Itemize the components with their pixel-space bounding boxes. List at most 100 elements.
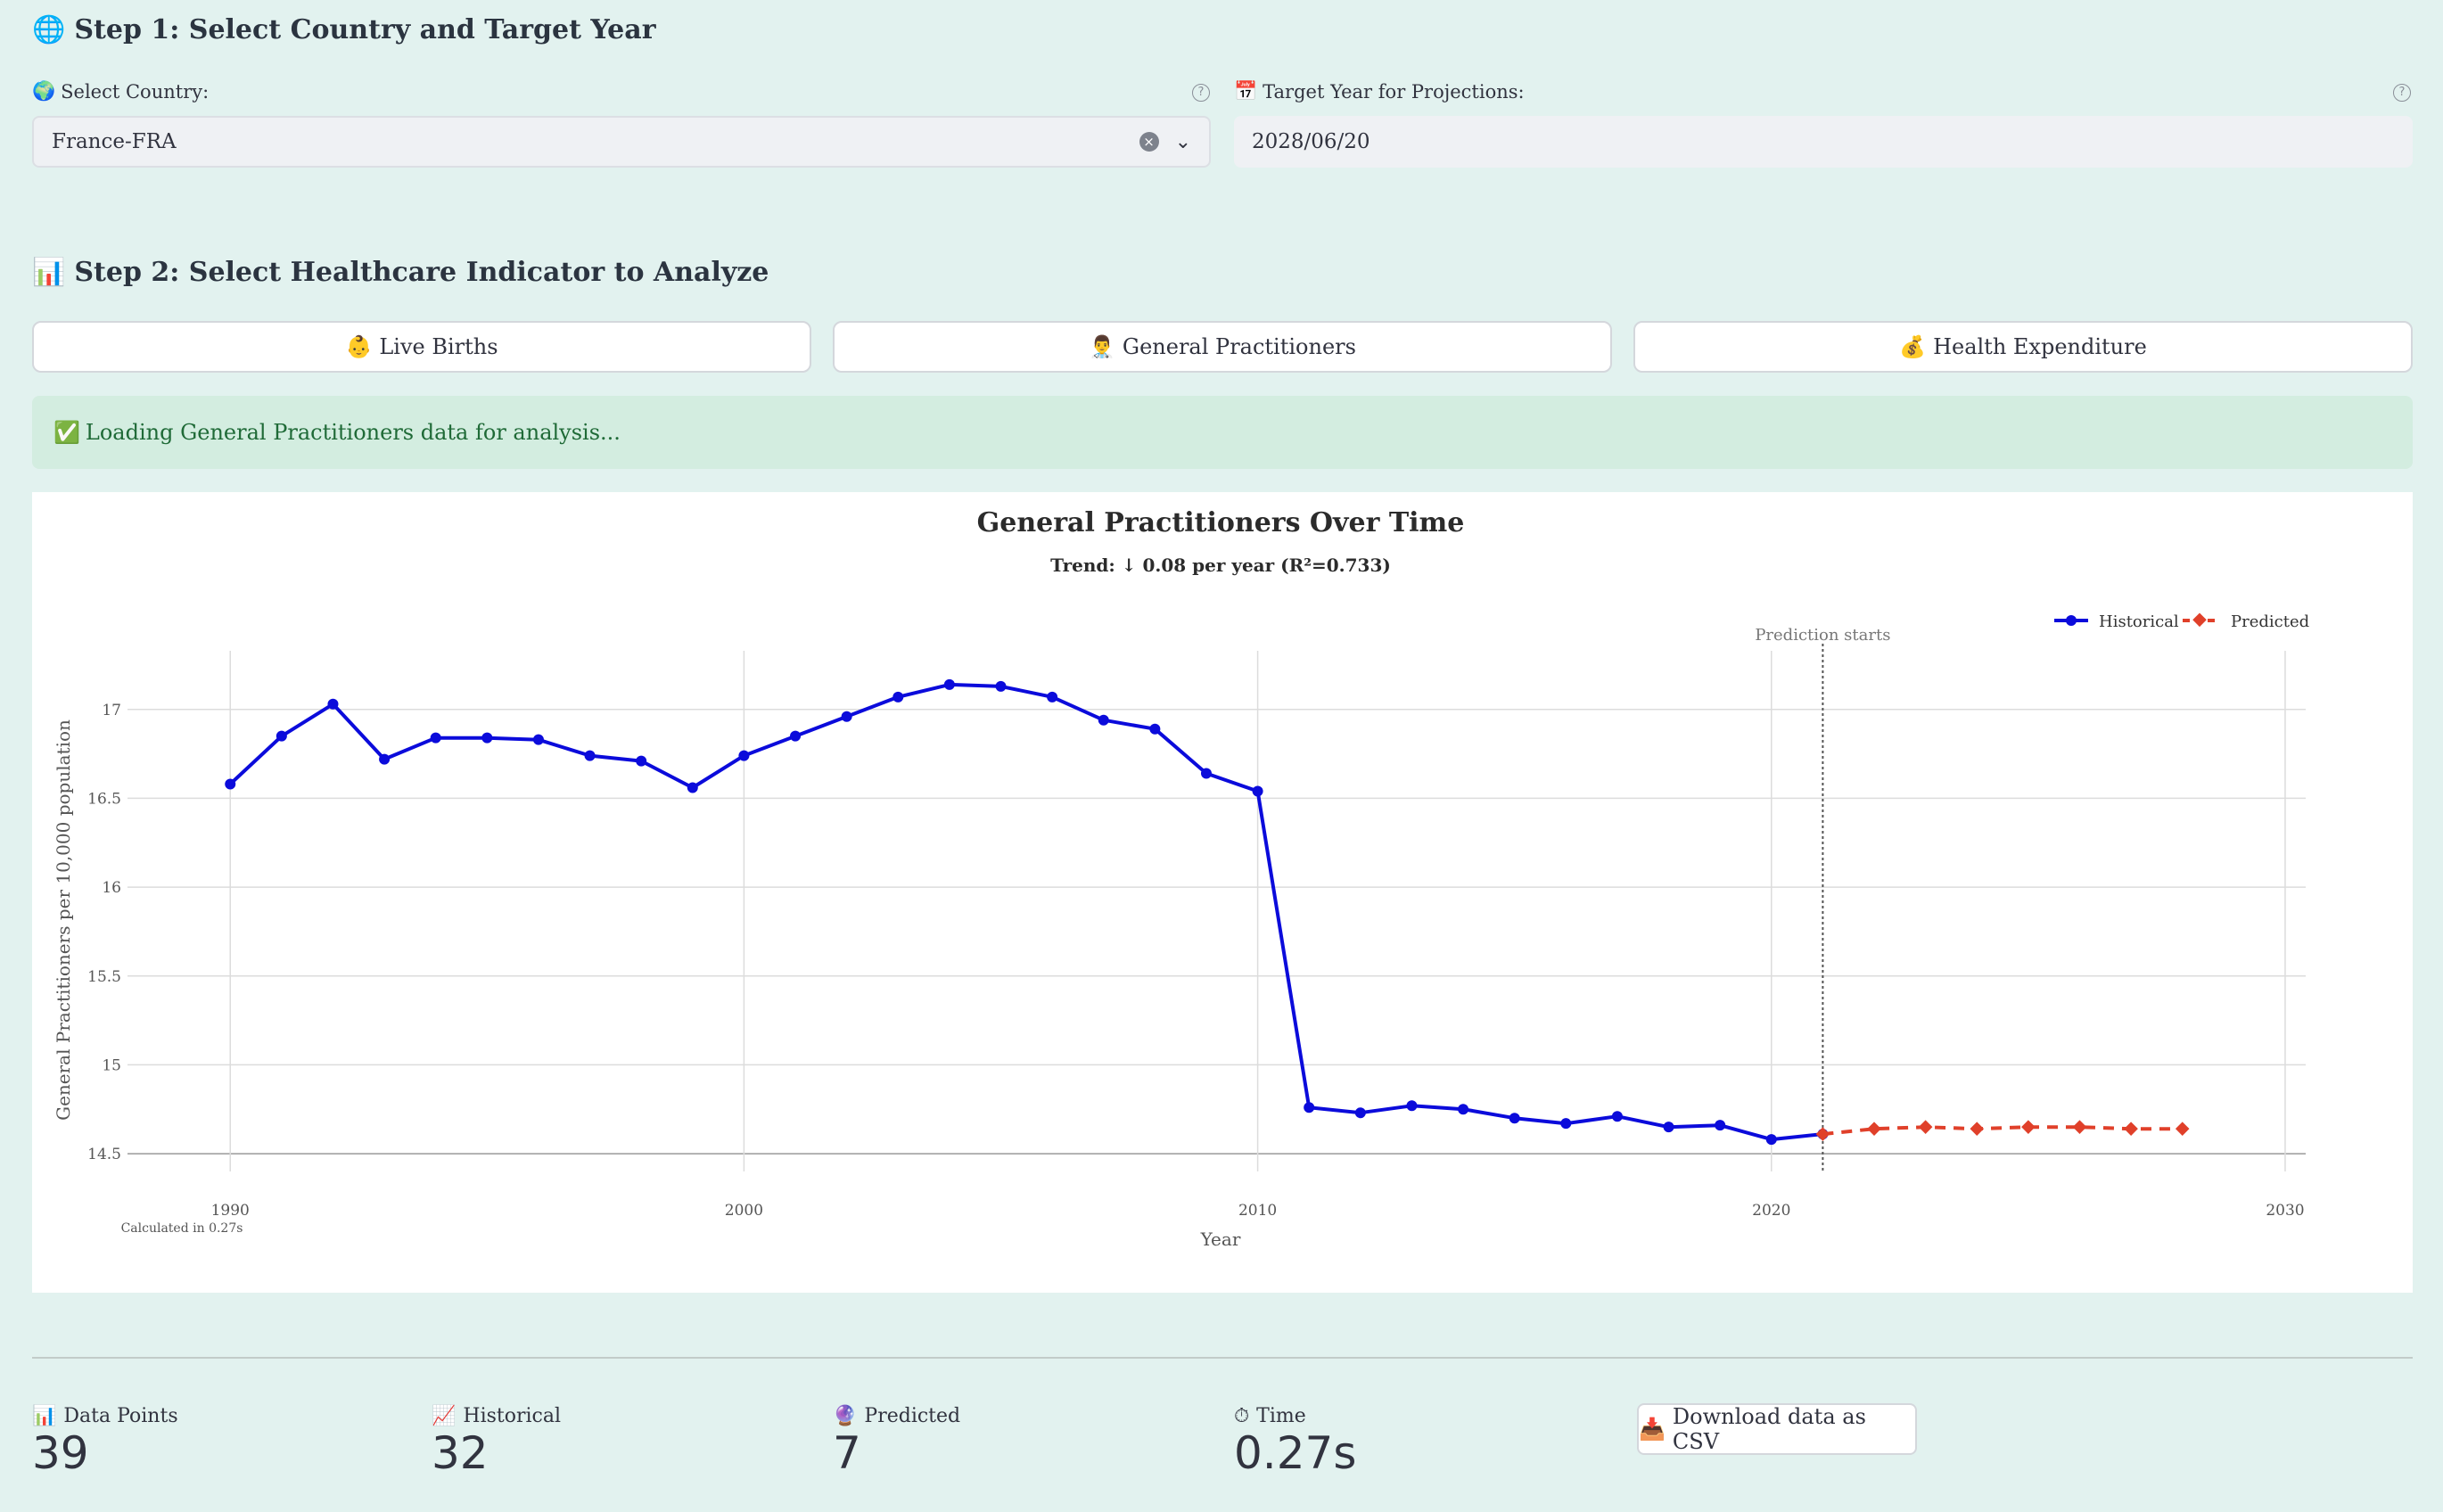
y-tick-label: 15 — [102, 1056, 121, 1074]
y-tick-label: 16 — [102, 879, 121, 897]
historical-point — [1406, 1100, 1418, 1112]
metric-predicted: 🔮 Predicted 7 — [833, 1405, 960, 1479]
health-expenditure-label: Health Expenditure — [1933, 334, 2147, 359]
historical-point — [1304, 1102, 1315, 1113]
metric-label: Historical — [463, 1405, 562, 1427]
historical-point — [379, 753, 391, 765]
step1-heading: 🌐 Step 1: Select Country and Target Year — [32, 14, 656, 45]
historical-point — [790, 730, 802, 742]
historical-series-line — [228, 682, 1823, 1142]
x-tick-label: 2000 — [725, 1202, 763, 1220]
predicted-point — [2021, 1120, 2036, 1134]
legend[interactable]: Historical Predicted — [2054, 612, 2309, 631]
predicted-point — [1815, 1127, 1830, 1141]
stopwatch-icon: ⏱ — [1234, 1405, 1250, 1427]
year-label: 📅 Target Year for Projections: — [1234, 80, 1525, 103]
earth-icon: 🌍 — [32, 80, 56, 102]
x-tick-label: 2030 — [2266, 1202, 2304, 1220]
legend-historical-marker — [2066, 615, 2077, 626]
country-help-icon[interactable]: ? — [1192, 84, 1210, 102]
target-year-input[interactable]: 2028/06/20 — [1234, 116, 2413, 168]
step2-title: Step 2: Select Healthcare Indicator to A… — [74, 257, 769, 288]
historical-point — [943, 678, 955, 690]
metric-value: 39 — [32, 1427, 89, 1479]
general-practitioners-label: General Practitioners — [1122, 334, 1356, 359]
metric-value: 32 — [432, 1427, 489, 1479]
predicted-point — [1970, 1122, 1985, 1136]
crystal-ball-icon: 🔮 — [833, 1405, 858, 1427]
divider — [32, 1357, 2413, 1359]
historical-point — [687, 782, 698, 793]
historical-point — [430, 732, 441, 744]
metric-label: Time — [1256, 1405, 1306, 1427]
historical-point — [636, 755, 647, 767]
historical-point — [1611, 1111, 1623, 1122]
step2-heading: 📊 Step 2: Select Healthcare Indicator to… — [32, 257, 769, 288]
x-axis-title: Year — [1200, 1228, 1241, 1250]
historical-point — [276, 730, 287, 742]
legend-predicted-marker — [2192, 612, 2207, 628]
historical-point — [1354, 1107, 1366, 1119]
download-tray-icon: 📥 — [1639, 1417, 1666, 1442]
predicted-point — [1918, 1120, 1933, 1134]
metric-value: 0.27s — [1234, 1427, 1357, 1479]
live-births-button[interactable]: 👶 Live Births — [32, 321, 811, 373]
country-select-value: France-FRA — [52, 130, 177, 153]
y-tick-label: 16.5 — [87, 790, 121, 808]
bar-chart-icon: 📊 — [32, 1405, 57, 1427]
baby-icon: 👶 — [345, 334, 373, 359]
historical-point — [1200, 768, 1212, 779]
y-axis-title: General Practitioners per 10,000 populat… — [53, 719, 74, 1121]
check-icon: ✅ — [53, 420, 80, 445]
historical-point — [1458, 1104, 1469, 1115]
metric-time: ⏱ Time 0.27s — [1234, 1405, 1356, 1479]
legend-historical-label: Historical — [2099, 612, 2179, 631]
chart-subtitle: Trend: ↓ 0.08 per year (R²=0.733) — [1050, 555, 1391, 576]
download-csv-button[interactable]: 📥 Download data as CSV — [1637, 1403, 1917, 1455]
chart-title: General Practitioners Over Time — [977, 507, 1465, 538]
historical-point — [1715, 1120, 1726, 1131]
historical-point — [327, 698, 339, 710]
legend-predicted-label: Predicted — [2231, 612, 2309, 631]
y-tick-label: 15.5 — [87, 968, 121, 986]
general-practitioners-button[interactable]: 👨‍⚕️ General Practitioners — [833, 321, 1612, 373]
download-csv-label: Download data as CSV — [1672, 1404, 1866, 1454]
y-tick-label: 17 — [102, 702, 121, 719]
predicted-point — [2072, 1120, 2087, 1134]
gp-line-chart[interactable]: General Practitioners Over Time Trend: ↓… — [32, 492, 2413, 1293]
historical-point — [995, 680, 1007, 692]
historical-point — [1560, 1118, 1572, 1130]
doctor-icon: 👨‍⚕️ — [1089, 334, 1115, 359]
historical-point — [584, 750, 596, 761]
historical-point — [481, 732, 493, 744]
country-select[interactable]: France-FRA × ⌄ — [32, 116, 1211, 168]
step1-title: Step 1: Select Country and Target Year — [74, 14, 656, 45]
predicted-point — [1867, 1122, 1881, 1136]
prediction-start-label: Prediction starts — [1755, 626, 1890, 645]
live-births-label: Live Births — [379, 334, 498, 359]
chevron-down-icon[interactable]: ⌄ — [1175, 131, 1191, 153]
target-year-value: 2028/06/20 — [1252, 130, 1370, 153]
historical-point — [225, 778, 236, 790]
x-tick-label: 2020 — [1752, 1202, 1790, 1220]
health-expenditure-button[interactable]: 💰 Health Expenditure — [1633, 321, 2413, 373]
predicted-point — [2175, 1122, 2190, 1136]
year-help-icon[interactable]: ? — [2393, 84, 2411, 102]
globe-icon: 🌐 — [32, 14, 66, 45]
predicted-point — [2124, 1122, 2138, 1136]
historical-point — [1047, 691, 1058, 703]
y-tick-label: 14.5 — [87, 1146, 121, 1163]
historical-point — [1252, 785, 1263, 797]
calculated-note: Calculated in 0.27s — [121, 1221, 243, 1236]
year-label-text: Target Year for Projections: — [1263, 80, 1525, 103]
x-tick-label: 2010 — [1238, 1202, 1277, 1220]
historical-point — [1663, 1122, 1674, 1133]
historical-point — [1765, 1134, 1777, 1146]
country-label-text: Select Country: — [61, 80, 210, 103]
metric-historical: 📈 Historical 32 — [432, 1405, 561, 1479]
money-bag-icon: 💰 — [1899, 334, 1927, 359]
historical-point — [738, 750, 750, 761]
metric-label: Predicted — [864, 1405, 961, 1427]
clear-icon[interactable]: × — [1139, 132, 1159, 152]
x-tick-label: 1990 — [211, 1202, 250, 1220]
